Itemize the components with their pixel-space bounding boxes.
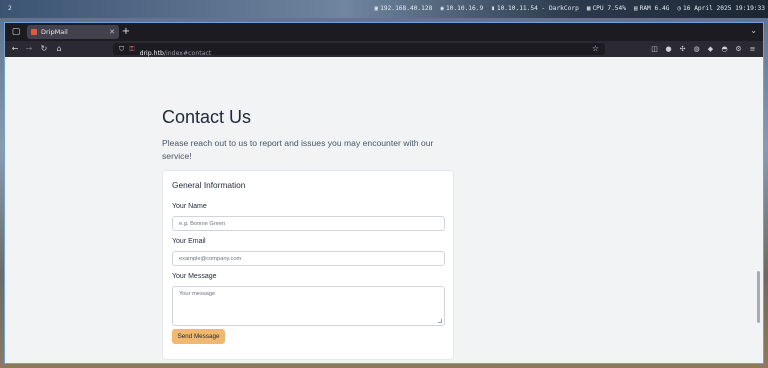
url-path: /index#contact: [163, 49, 212, 57]
contact-header: Contact Us Please reach out to us to rep…: [162, 107, 462, 163]
status-cpu: ▦ CPU 7.54%: [586, 5, 626, 12]
extension-badge-icon[interactable]: ◆: [705, 43, 716, 55]
contact-form-card: General Information Your Name e.g. Bonni…: [162, 170, 454, 360]
close-icon[interactable]: ✕: [109, 28, 115, 36]
page-content: Contact Us Please reach out to us to rep…: [5, 57, 763, 363]
clock-icon: ◷: [677, 5, 682, 12]
home-icon[interactable]: ⌂: [53, 43, 65, 55]
vpn-icon: ▮: [491, 5, 495, 12]
page-scrollbar[interactable]: [757, 271, 760, 323]
address-bar[interactable]: ⛉ ⚿ drip.htb/index#contact ☆: [113, 43, 605, 57]
extensions-puzzle-icon[interactable]: ✣: [677, 43, 688, 55]
chevron-down-icon[interactable]: ⌄: [750, 26, 757, 35]
browser-window: ▢ DripMail ✕ + ⌄ ← → ↻ ⌂ ⛉ ⚿ drip.htb/in…: [4, 22, 764, 364]
message-textarea[interactable]: Your message: [172, 286, 445, 326]
network-icon: ◉: [440, 5, 444, 12]
tab-title: DripMail: [41, 28, 68, 36]
menu-hamburger-icon[interactable]: ≡: [747, 43, 758, 55]
page-title: Contact Us: [162, 107, 252, 127]
extension-toolbar: ◫ ● ✣ ◍ ◆ ◓ ⚙ ≡: [649, 43, 758, 55]
message-label: Your Message: [172, 273, 217, 280]
back-icon[interactable]: ←: [9, 43, 21, 55]
tab-dripmail[interactable]: DripMail ✕: [27, 25, 119, 39]
workspace-indicator[interactable]: 2: [8, 5, 12, 12]
url-host: drip.htb: [139, 49, 164, 57]
message-placeholder: Your message: [179, 291, 216, 297]
resize-handle-icon[interactable]: [438, 319, 442, 323]
pocket-icon[interactable]: ◫: [649, 43, 660, 55]
page-lead: Please reach out to us to report and iss…: [162, 138, 434, 161]
name-input[interactable]: e.g. Bonnie Green: [172, 216, 445, 231]
foxy-icon[interactable]: ◓: [719, 43, 730, 55]
cookie-icon[interactable]: ◍: [691, 43, 702, 55]
email-label: Your Email: [172, 238, 206, 245]
shield-icon[interactable]: ⛉: [119, 45, 124, 54]
send-message-button[interactable]: Send Message: [172, 329, 225, 344]
monitor-icon: ▣: [374, 5, 379, 12]
bookmark-star-icon[interactable]: ☆: [592, 44, 599, 53]
forward-icon[interactable]: →: [23, 43, 35, 55]
new-tab-button[interactable]: +: [120, 25, 132, 39]
favicon-icon: [31, 29, 37, 35]
tab-overview-icon[interactable]: ▢: [10, 26, 22, 38]
status-clock: ◷ 16 April 2025 19:19:33: [677, 5, 765, 12]
card-title: General Information: [172, 180, 246, 190]
ram-icon: ▤: [633, 5, 638, 12]
navigation-toolbar: ← → ↻ ⌂ ⛉ ⚿ drip.htb/index#contact ☆ ◫ ●…: [5, 41, 763, 57]
system-status-bar: 2 ▣ 192.168.40.128 ◉ 10.10.16.9 ▮ 10.10.11.…: [0, 0, 768, 18]
status-target: ▮ 10.10.11.54 - DarkCorp: [491, 5, 579, 12]
tab-bar: ▢ DripMail ✕ + ⌄: [5, 23, 763, 41]
reload-icon[interactable]: ↻: [38, 43, 50, 55]
extension-round-icon[interactable]: ●: [663, 43, 674, 55]
status-ram: ▤ RAM 6.4G: [633, 5, 670, 12]
status-items: ▣ 192.168.40.128 ◉ 10.10.16.9 ▮ 10.10.11.54…: [375, 5, 765, 12]
status-tun: ◉ 10.10.16.9: [440, 5, 484, 12]
status-ip: ▣ 192.168.40.128: [374, 5, 433, 12]
name-label: Your Name: [172, 203, 207, 210]
email-input[interactable]: example@company.com: [172, 251, 445, 266]
settings-gear-icon[interactable]: ⚙: [733, 43, 744, 55]
insecure-lock-icon[interactable]: ⚿: [129, 45, 134, 54]
cpu-icon: ▦: [586, 5, 591, 12]
